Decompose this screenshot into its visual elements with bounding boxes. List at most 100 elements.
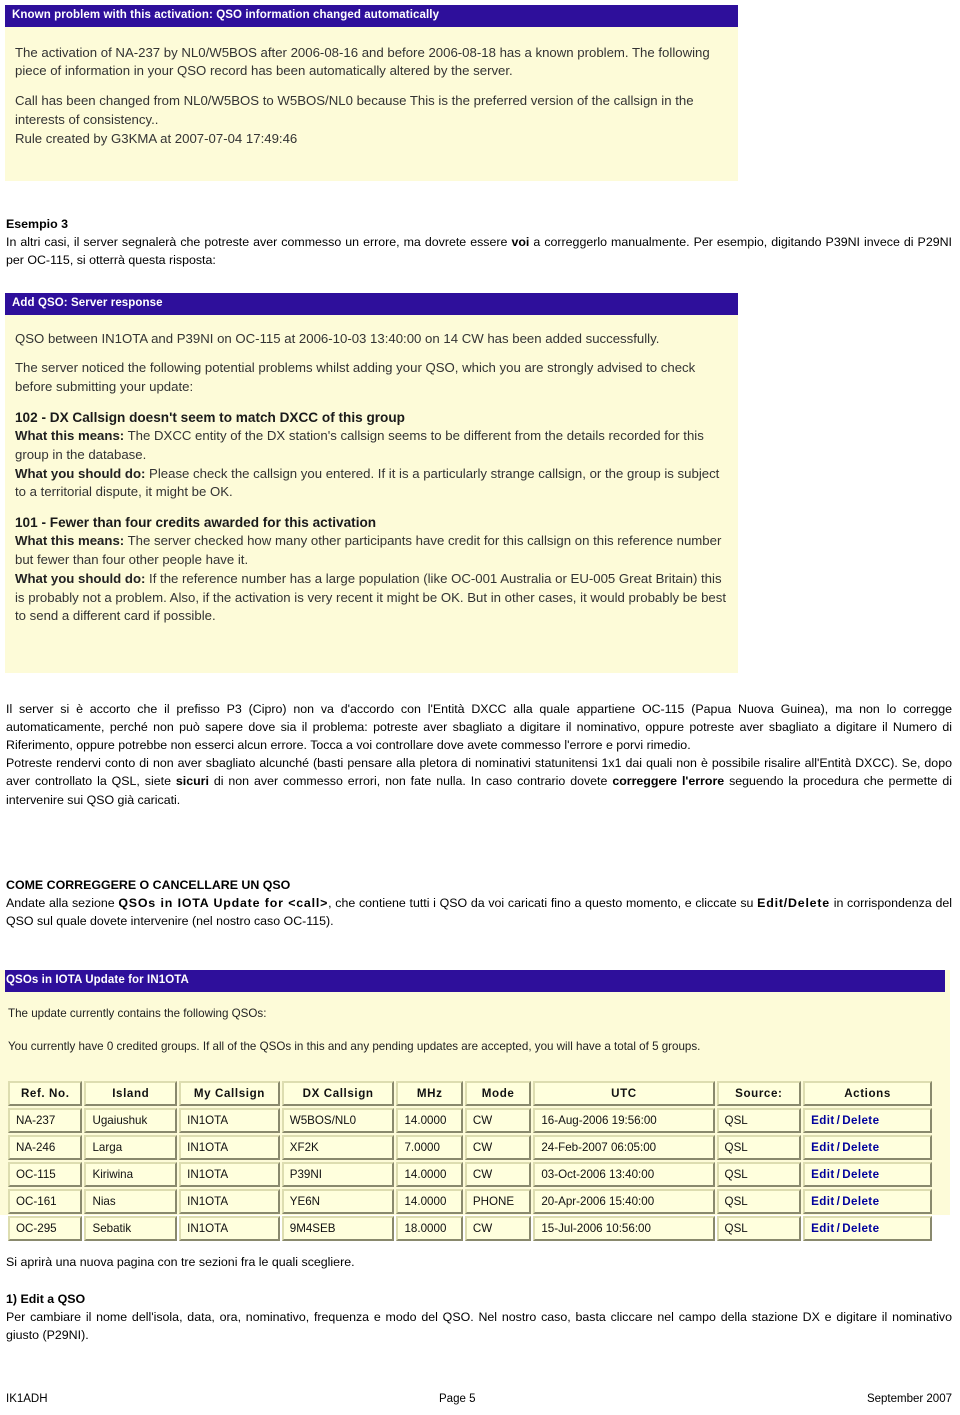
- error-102-do-label: What you should do:: [15, 465, 146, 481]
- qso-table-header-row: Ref. No. Island My Callsign DX Callsign MHz M…: [8, 1081, 932, 1107]
- esempio3-heading: Esempio 3: [6, 217, 68, 231]
- qso-col-header-2: My Callsign: [179, 1081, 280, 1107]
- edit-link[interactable]: Edit: [811, 1168, 835, 1181]
- esempio3-paragraph: In altri casi, il server segnalerà che p…: [6, 233, 952, 269]
- error-101-means-label: What this means:: [15, 533, 125, 549]
- qso-cell-dx-callsign: XF2K: [281, 1135, 395, 1161]
- edit-qso-section: 1) Edit a QSO Per cambiare il nome dell'…: [6, 1290, 952, 1344]
- qso-cell-my-callsign: IN1OTA: [179, 1189, 280, 1215]
- qso-cell-ref: NA-246: [8, 1135, 83, 1161]
- edit-link[interactable]: Edit: [811, 1141, 835, 1154]
- edit-qso-heading: 1) Edit a QSO: [6, 1292, 86, 1306]
- edit-link[interactable]: Edit: [811, 1222, 835, 1235]
- known-problem-para1: The activation of NA-237 by NL0/W5BOS af…: [15, 44, 710, 79]
- edit-link[interactable]: Edit: [811, 1114, 835, 1127]
- qso-col-header-1: Island: [84, 1081, 178, 1107]
- table-row: NA-246 Larga IN1OTA XF2K 7.0000 CW 24-Feb-2007…: [8, 1135, 932, 1161]
- qso-cell-actions: Edit / Delete: [803, 1135, 932, 1161]
- footer-date: September 2007: [866, 1393, 952, 1405]
- qso-cell-actions: Edit / Delete: [803, 1108, 932, 1134]
- esempio3-text-a: In altri casi, il server segnalerà che p…: [6, 235, 512, 250]
- qso-cell-my-callsign: IN1OTA: [179, 1135, 280, 1161]
- footer-author: IK1ADH: [6, 1393, 48, 1405]
- qso-cell-mhz: 14.0000: [396, 1189, 463, 1215]
- qso-col-header-3: DX Callsign: [281, 1081, 395, 1107]
- qso-cell-mode: PHONE: [464, 1189, 532, 1215]
- qso-cell-island: Nias: [84, 1189, 178, 1215]
- table-row: OC-161 Nias IN1OTA YE6N 14.0000 PHONE 20-Apr-2…: [8, 1189, 932, 1215]
- known-problem-para3: Rule created by G3KMA at 2007-07-04 17:4…: [15, 130, 298, 146]
- error-101-do: What you should do: If the reference num…: [15, 570, 728, 626]
- server-response-success: QSO between IN1OTA and P39NI on OC-115 a…: [15, 330, 660, 346]
- edit-link[interactable]: Edit: [811, 1195, 835, 1208]
- qso-table: Ref. No. Island My Callsign DX Callsign MHz M…: [6, 1079, 934, 1243]
- error-101-means: What this means: The server checked how …: [15, 532, 728, 569]
- come-correggere-heading: COME CORREGGERE O CANCELLARE UN QSO: [6, 878, 291, 892]
- come-correggere-editdelete-ref: Edit/Delete: [757, 896, 830, 911]
- table-row: OC-115 Kiriwina IN1OTA P39NI 14.0000 CW 03-Oct…: [8, 1162, 932, 1188]
- delete-link[interactable]: Delete: [842, 1141, 879, 1154]
- screenshot-known-problem: Known problem with this activation: QSO …: [5, 5, 738, 181]
- qso-col-header-6: UTC: [533, 1081, 715, 1107]
- qso-cell-actions: Edit / Delete: [803, 1189, 932, 1215]
- come-correggere-text-b: , che contiene tutti i QSO da voi carica…: [328, 896, 758, 911]
- qso-cell-my-callsign: IN1OTA: [179, 1162, 280, 1188]
- qso-update-para2: You currently have 0 credited groups. If…: [8, 1040, 701, 1054]
- known-problem-header: Known problem with this activation: QSO …: [5, 5, 738, 27]
- qso-cell-island: Larga: [84, 1135, 178, 1161]
- screenshot-qso-update: QSOs in IOTA Update for IN1OTA The updat…: [0, 970, 950, 1242]
- qso-cell-source: QSL: [716, 1108, 802, 1134]
- error-102-means-label: What this means:: [15, 428, 125, 444]
- delete-link[interactable]: Delete: [842, 1195, 879, 1208]
- qso-cell-mhz: 18.0000: [396, 1216, 463, 1242]
- qso-cell-mhz: 14.0000: [396, 1162, 463, 1188]
- delete-link[interactable]: Delete: [842, 1168, 879, 1181]
- qso-cell-utc: 20-Apr-2006 15:40:00: [533, 1189, 715, 1215]
- qso-cell-source: QSL: [716, 1135, 802, 1161]
- screenshot-server-response: Add QSO: Server response QSO between IN1…: [5, 293, 738, 673]
- qso-cell-my-callsign: IN1OTA: [179, 1216, 280, 1242]
- qso-cell-utc: 03-Oct-2006 13:40:00: [533, 1162, 715, 1188]
- qso-cell-ref: OC-115: [8, 1162, 83, 1188]
- error-101-do-label: What you should do:: [15, 570, 146, 586]
- qso-cell-actions: Edit / Delete: [803, 1216, 932, 1242]
- delete-link[interactable]: Delete: [842, 1222, 879, 1235]
- server-explain-emphasis-sicuri: sicuri: [175, 774, 209, 789]
- server-response-header: Add QSO: Server response: [5, 293, 738, 315]
- esempio3-section: Esempio 3 In altri casi, il server segna…: [6, 215, 952, 269]
- server-explain-section: Il server si è accorto che il prefisso P…: [6, 700, 952, 809]
- delete-link[interactable]: Delete: [842, 1114, 879, 1127]
- qso-cell-island: Ugaiushuk: [84, 1108, 178, 1134]
- server-explain-para2: Potreste rendervi conto di non aver sbag…: [6, 754, 952, 808]
- qso-cell-mode: CW: [464, 1162, 532, 1188]
- qso-cell-island: Kiriwina: [84, 1162, 178, 1188]
- qso-cell-ref: OC-295: [8, 1216, 83, 1242]
- qso-col-header-7: Source:: [716, 1081, 802, 1107]
- qso-cell-source: QSL: [716, 1216, 802, 1242]
- qso-cell-dx-callsign: W5BOS/NL0: [281, 1108, 395, 1134]
- table-row: OC-295 Sebatik IN1OTA 9M4SEB 18.0000 CW 15-Jul…: [8, 1216, 932, 1242]
- qso-cell-dx-callsign: P39NI: [281, 1162, 395, 1188]
- nuova-pagina-section: Si aprirà una nuova pagina con tre sezio…: [6, 1253, 952, 1271]
- server-response-notice: The server noticed the following potenti…: [15, 360, 696, 395]
- page-footer: IK1ADH Page 5 September 2007: [6, 1393, 952, 1405]
- server-explain-para1: Il server si è accorto che il prefisso P…: [6, 702, 952, 753]
- qso-cell-source: QSL: [716, 1162, 802, 1188]
- qso-cell-source: QSL: [716, 1189, 802, 1215]
- qso-table-body: NA-237 Ugaiushuk IN1OTA W5BOS/NL0 14.0000 CW 1…: [8, 1108, 932, 1242]
- server-response-body: QSO between IN1OTA and P39NI on OC-115 a…: [5, 315, 738, 636]
- error-102-do: What you should do: Please check the cal…: [15, 465, 728, 502]
- qso-cell-utc: 24-Feb-2007 06:05:00: [533, 1135, 715, 1161]
- qso-cell-mode: CW: [464, 1216, 532, 1242]
- error-102-means: What this means: The DXCC entity of the …: [15, 427, 728, 464]
- nuova-pagina-text: Si aprirà una nuova pagina con tre sezio…: [6, 1255, 355, 1269]
- come-correggere-text-a: Andate alla sezione: [6, 896, 119, 911]
- known-problem-para2: Call has been changed from NL0/W5BOS to …: [15, 93, 694, 127]
- qso-col-header-0: Ref. No.: [8, 1081, 83, 1107]
- error-102-title: 102 - DX Callsign doesn't seem to match …: [15, 409, 405, 425]
- qso-col-header-8: Actions: [803, 1081, 932, 1107]
- server-explain-emphasis-correggere: correggere l'errore: [612, 774, 725, 789]
- qso-update-body: The update currently contains the follow…: [0, 992, 950, 1080]
- qso-cell-dx-callsign: YE6N: [281, 1189, 395, 1215]
- come-correggere-section-ref: QSOs in IOTA Update for <call>: [118, 896, 329, 911]
